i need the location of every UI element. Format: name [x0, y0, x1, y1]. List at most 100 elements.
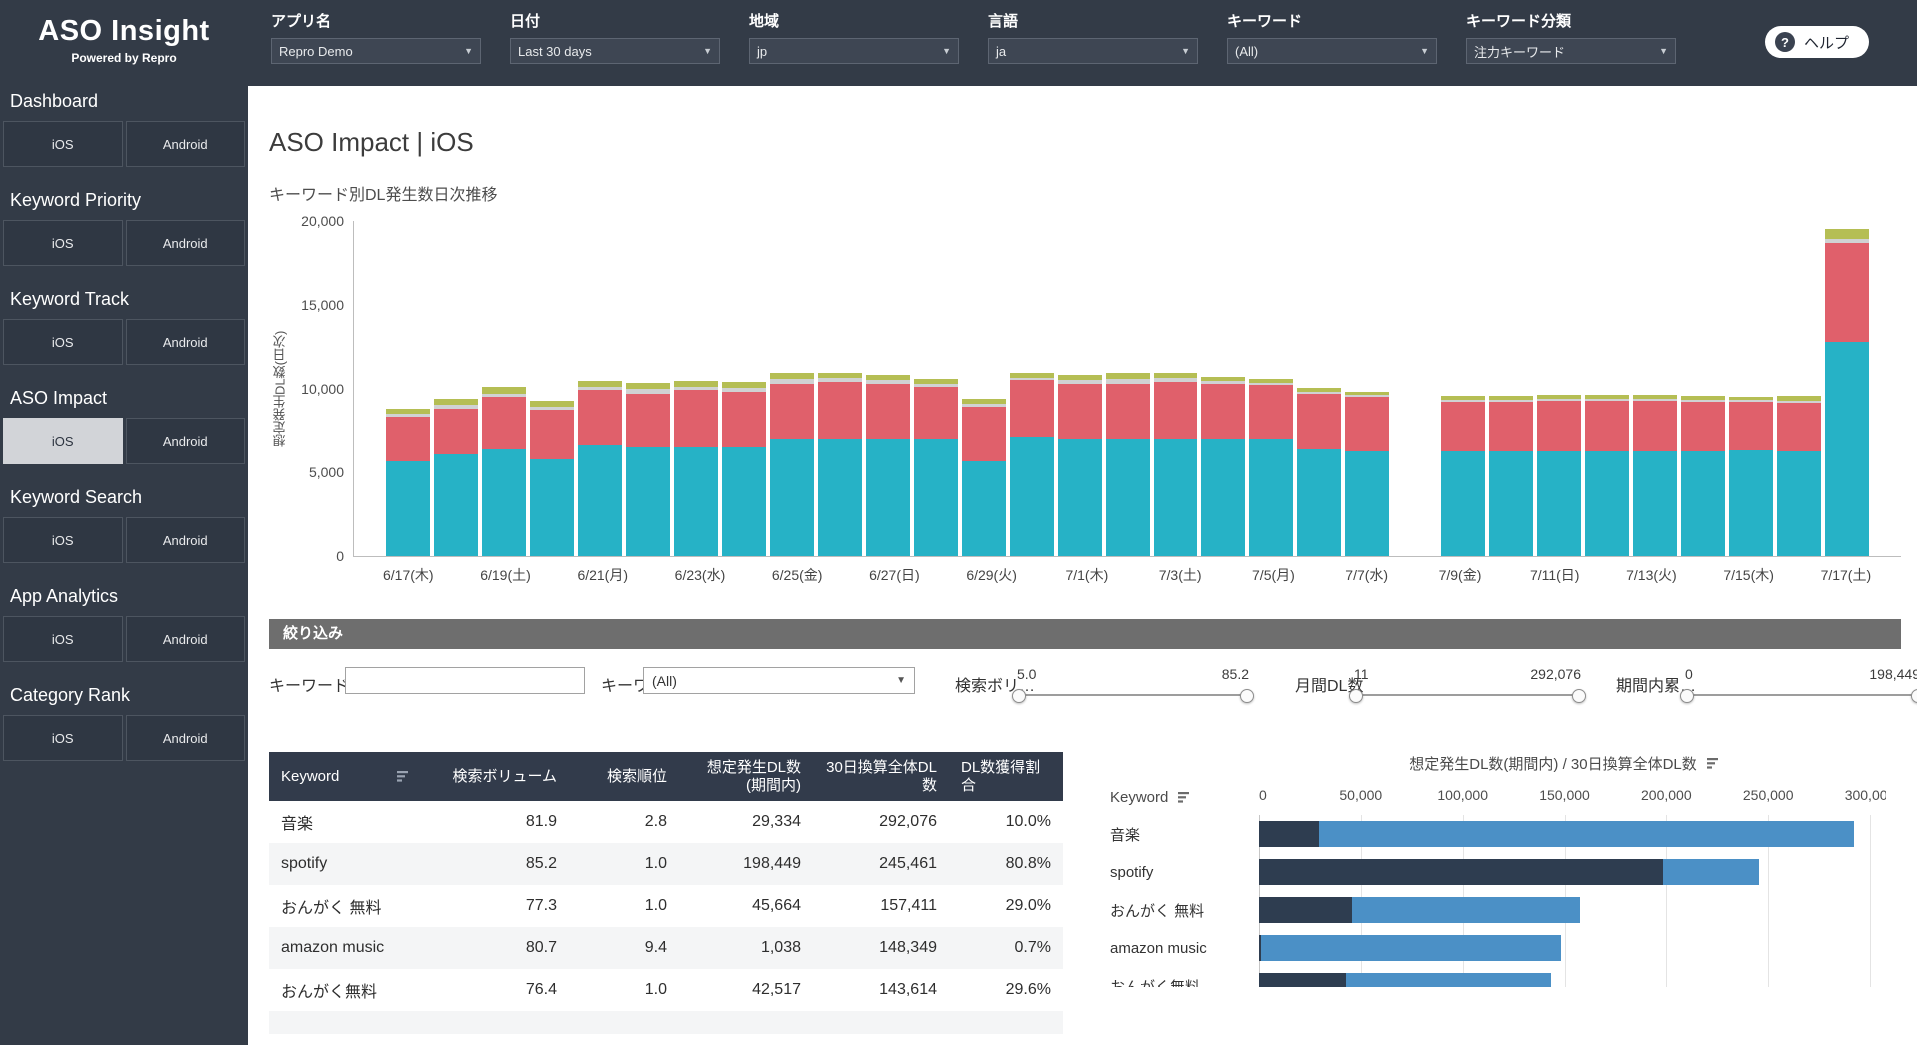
table-row[interactable]: spotify85.21.0198,449245,46180.8%	[269, 843, 1063, 885]
sidebar-item-aso-impact-android[interactable]: Android	[126, 418, 246, 464]
bar-7/14(水)[interactable]	[1681, 396, 1725, 556]
bar-7/5(月)[interactable]	[1249, 379, 1293, 556]
slider-track[interactable]	[1685, 688, 1917, 702]
sidebar-item-dashboard-ios[interactable]: iOS	[3, 121, 123, 167]
bar-7/17(土)[interactable]	[1825, 229, 1869, 556]
sidebar-item-keyword-track-ios[interactable]: iOS	[3, 319, 123, 365]
filter-select-キーワード[interactable]: (All)▼	[1227, 38, 1437, 64]
bar-7/15(木)[interactable]	[1729, 397, 1773, 556]
bar-total-dl[interactable]	[1261, 935, 1561, 961]
table-header-cell[interactable]: 検索順位	[569, 752, 679, 801]
bar-7/11(日)[interactable]	[1537, 395, 1581, 556]
sort-icon[interactable]	[1178, 792, 1191, 803]
filter-select-地域[interactable]: jp▼	[749, 38, 959, 64]
table-row[interactable]: おんがく無料76.41.042,517143,61429.6%	[269, 969, 1063, 1011]
right-chart-row[interactable]: spotify	[1104, 853, 1870, 891]
right-chart-row[interactable]: おんがく無料	[1104, 967, 1870, 987]
bar-7/16(金)[interactable]	[1777, 396, 1821, 556]
bar-6/19(土)[interactable]	[482, 387, 526, 556]
refine-section-header[interactable]: 絞り込み	[269, 619, 1901, 649]
filter-select-キーワード分類[interactable]: 注力キーワード▼	[1466, 38, 1676, 64]
bar-6/30(水)[interactable]	[1010, 373, 1054, 556]
sidebar-item-app-analytics-android[interactable]: Android	[126, 616, 246, 662]
filter-select-アプリ名[interactable]: Repro Demo▼	[271, 38, 481, 64]
slider-track[interactable]	[1017, 688, 1249, 702]
table-cell: 148,349	[813, 927, 949, 969]
sidebar-item-keyword-track-android[interactable]: Android	[126, 319, 246, 365]
right-chart-row[interactable]: amazon music	[1104, 929, 1870, 967]
slider-handle-max[interactable]	[1911, 689, 1917, 703]
sort-icon[interactable]	[1707, 758, 1720, 769]
bar-6/24(木)[interactable]	[722, 382, 766, 556]
bar-7/4(日)[interactable]	[1201, 377, 1245, 556]
bar-6/22(火)[interactable]	[626, 383, 670, 556]
filter-select-日付[interactable]: Last 30 days▼	[510, 38, 720, 64]
bar-period-dl[interactable]	[1259, 897, 1352, 923]
bar-7/7(水)[interactable]	[1345, 392, 1389, 556]
bar-6/23(水)[interactable]	[674, 381, 718, 556]
bar-7/9(金)[interactable]	[1441, 396, 1485, 556]
bar-7/3(土)[interactable]	[1154, 373, 1198, 556]
bar-total-dl[interactable]	[1352, 897, 1580, 923]
sidebar-item-aso-impact-ios[interactable]: iOS	[3, 418, 123, 464]
filter-select-言語[interactable]: ja▼	[988, 38, 1198, 64]
table-header-cell[interactable]: DL数獲得割合	[949, 752, 1063, 801]
table-cell: 29.6%	[949, 969, 1063, 1011]
table-row[interactable]: 音楽81.92.829,334292,07610.0%	[269, 801, 1063, 843]
bar-6/29(火)[interactable]	[962, 399, 1006, 556]
sort-icon[interactable]	[397, 771, 410, 782]
table-header-cell[interactable]: 検索ボリューム	[422, 752, 569, 801]
table-row[interactable]: amazon music80.79.41,038148,3490.7%	[269, 927, 1063, 969]
sidebar-item-keyword-search-android[interactable]: Android	[126, 517, 246, 563]
bar-total-dl[interactable]	[1663, 859, 1759, 885]
sidebar-item-keyword-priority-android[interactable]: Android	[126, 220, 246, 266]
sidebar-item-app-analytics-ios[interactable]: iOS	[3, 616, 123, 662]
table-header-cell[interactable]: 想定発生DL数(期間内)	[679, 752, 813, 801]
bar-period-dl[interactable]	[1259, 859, 1663, 885]
right-chart-row[interactable]: 音楽	[1104, 815, 1870, 853]
bar-6/25(金)[interactable]	[770, 373, 814, 556]
keyword-filter-input[interactable]	[345, 667, 585, 694]
bar-6/28(月)[interactable]	[914, 379, 958, 556]
bar-period-dl[interactable]	[1259, 973, 1346, 987]
slider-handle-max[interactable]	[1572, 689, 1586, 703]
bar-7/12(月)[interactable]	[1585, 395, 1629, 556]
sidebar-section-dashboard: DashboardiOSAndroid	[0, 91, 248, 167]
bar-7/2(金)[interactable]	[1106, 373, 1150, 556]
bar-total-dl[interactable]	[1319, 821, 1854, 847]
table-header-cell[interactable]: 30日換算全体DL数	[813, 752, 949, 801]
x-label-slot	[1483, 565, 1530, 585]
sidebar-item-keyword-priority-ios[interactable]: iOS	[3, 220, 123, 266]
slider-handle-min[interactable]	[1680, 689, 1694, 703]
slider-handle-min[interactable]	[1012, 689, 1026, 703]
bar-6/20(日)[interactable]	[530, 401, 574, 556]
category-filter-select[interactable]: (All) ▼	[643, 667, 915, 694]
sidebar-item-keyword-search-ios[interactable]: iOS	[3, 517, 123, 563]
table-row[interactable]: おんがく 無料77.31.045,664157,41129.0%	[269, 885, 1063, 927]
main-content: ASO Impact | iOS キーワード別DL発生数日次推移 想定発生DL数…	[248, 86, 1917, 1045]
sidebar-item-category-rank-ios[interactable]: iOS	[3, 715, 123, 761]
bar-6/21(月)[interactable]	[578, 381, 622, 556]
bar-6/26(土)[interactable]	[818, 373, 862, 556]
period-total-slider[interactable]: 0 198,449	[1685, 666, 1917, 702]
help-button[interactable]: ? ヘルプ	[1765, 26, 1869, 58]
sidebar-item-category-rank-android[interactable]: Android	[126, 715, 246, 761]
bar-period-dl[interactable]	[1259, 821, 1319, 847]
x-label-slot	[1017, 565, 1064, 585]
search-volume-slider[interactable]: 5.0 85.2	[1017, 666, 1249, 702]
bar-6/27(日)[interactable]	[866, 375, 910, 556]
bar-7/6(火)[interactable]	[1297, 388, 1341, 556]
bar-7/13(火)[interactable]	[1633, 395, 1677, 556]
bar-total-dl[interactable]	[1346, 973, 1552, 987]
bar-6/18(金)[interactable]	[434, 399, 478, 556]
slider-handle-min[interactable]	[1349, 689, 1363, 703]
bar-6/17(木)[interactable]	[386, 409, 430, 556]
slider-track[interactable]	[1354, 688, 1581, 702]
monthly-dl-slider[interactable]: 11 292,076	[1354, 666, 1581, 702]
right-chart-row[interactable]: おんがく 無料	[1104, 891, 1870, 929]
bar-7/1(木)[interactable]	[1058, 375, 1102, 556]
table-header-cell[interactable]: Keyword	[269, 752, 422, 801]
slider-handle-max[interactable]	[1240, 689, 1254, 703]
sidebar-item-dashboard-android[interactable]: Android	[126, 121, 246, 167]
bar-7/10(土)[interactable]	[1489, 396, 1533, 556]
